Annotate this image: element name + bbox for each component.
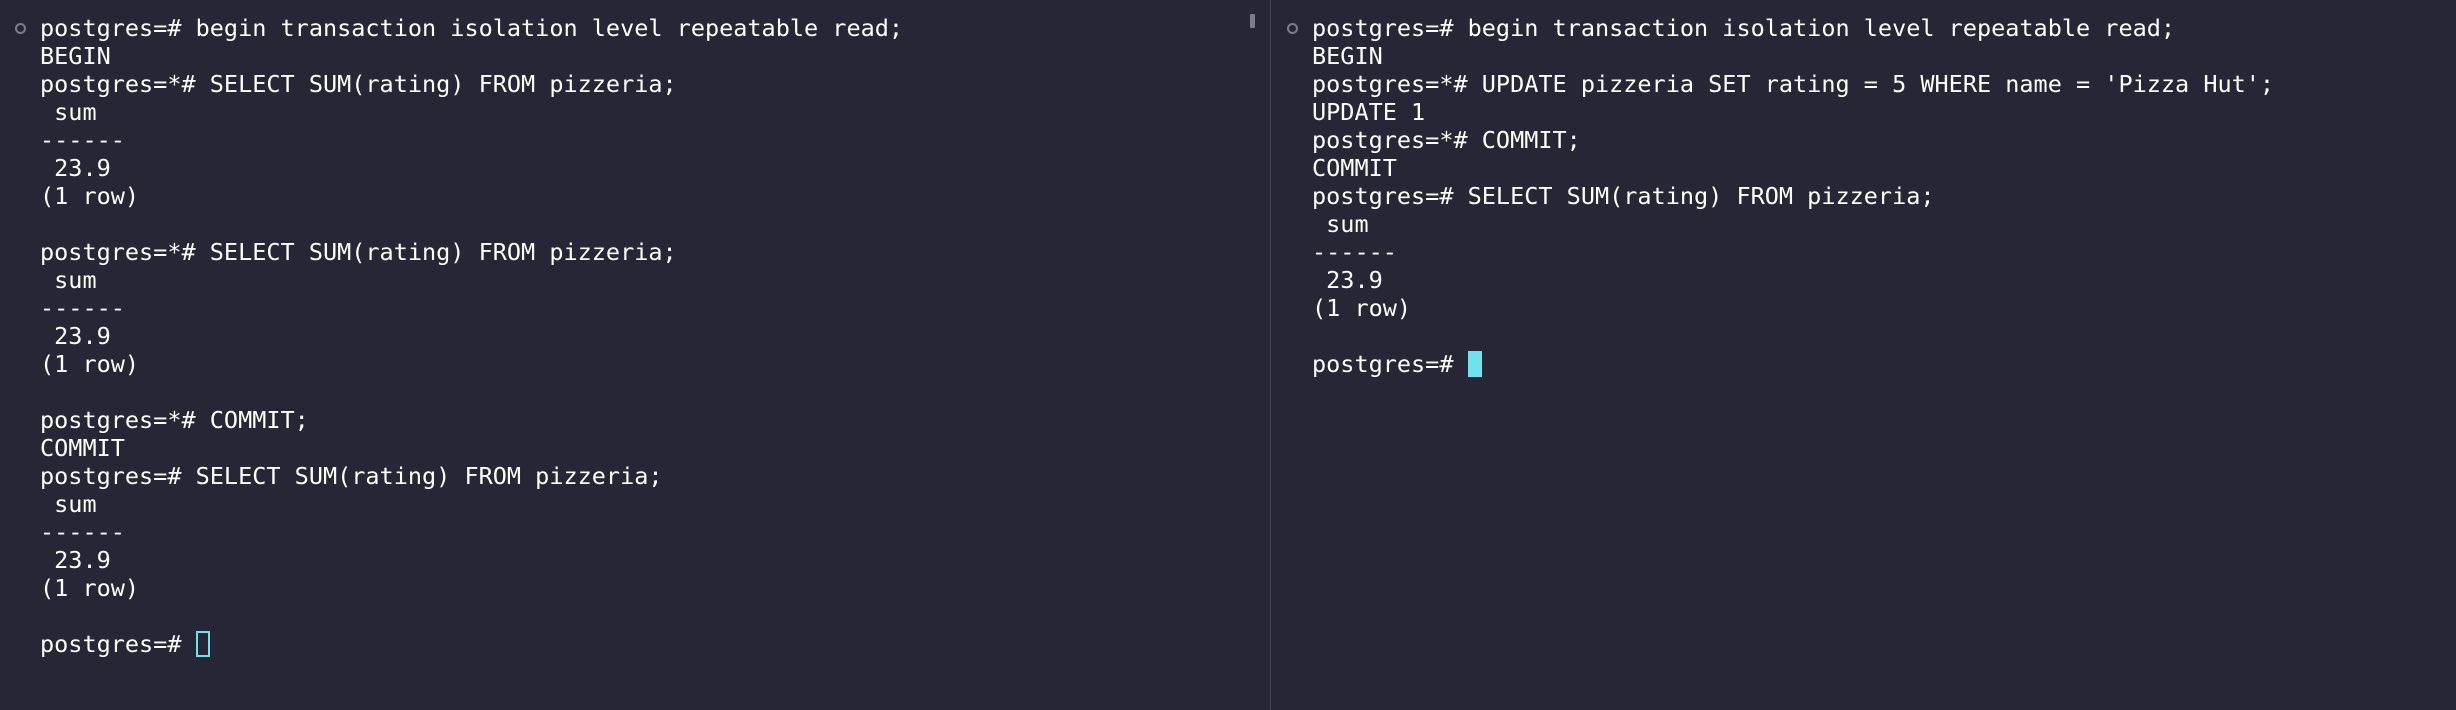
line-text: postgres=# SELECT SUM(rating) FROM pizze… — [40, 462, 663, 490]
line-text: ------ — [1312, 238, 1397, 266]
terminal-line: sum — [40, 98, 903, 126]
terminal-line: ------ — [40, 518, 903, 546]
terminal-line: 23.9 — [40, 546, 903, 574]
line-text: sum — [40, 266, 97, 294]
line-text: 23.9 — [40, 322, 111, 350]
line-text: BEGIN — [1312, 42, 1383, 70]
line-text: postgres=*# SELECT SUM(rating) FROM pizz… — [40, 70, 677, 98]
terminal-line: postgres=*# SELECT SUM(rating) FROM pizz… — [40, 70, 903, 98]
terminal-line: sum — [40, 490, 903, 518]
terminal-line: ------ — [40, 126, 903, 154]
line-text: sum — [1312, 210, 1369, 238]
terminal-line: postgres=*# COMMIT; — [1312, 126, 2274, 154]
terminal-line: (1 row) — [1312, 294, 2274, 322]
line-text: ------ — [40, 518, 125, 546]
terminal-pane-left[interactable]: postgres=# begin transaction isolation l… — [0, 0, 1270, 710]
terminal-line: 23.9 — [1312, 266, 2274, 294]
line-text: COMMIT — [1312, 154, 1397, 182]
prompt-text: postgres=# — [1312, 350, 1468, 378]
terminal-line: postgres=*# SELECT SUM(rating) FROM pizz… — [40, 238, 903, 266]
terminal-line: (1 row) — [40, 350, 903, 378]
line-text: postgres=# begin transaction isolation l… — [1312, 14, 2176, 42]
terminal-line: postgres=*# UPDATE pizzeria SET rating =… — [1312, 70, 2274, 98]
line-text: postgres=# SELECT SUM(rating) FROM pizze… — [1312, 182, 1935, 210]
terminal-line: postgres=# — [40, 630, 903, 658]
terminal-output: postgres=# begin transaction isolation l… — [40, 14, 903, 658]
terminal-line: 23.9 — [40, 154, 903, 182]
line-text: ------ — [40, 294, 125, 322]
terminal-output: postgres=# begin transaction isolation l… — [1312, 14, 2274, 378]
terminal-line: BEGIN — [40, 42, 903, 70]
line-text: (1 row) — [40, 182, 140, 210]
terminal-line: postgres=# SELECT SUM(rating) FROM pizze… — [1312, 182, 2274, 210]
terminal-line: postgres=# SELECT SUM(rating) FROM pizze… — [40, 462, 903, 490]
line-text: 23.9 — [40, 154, 111, 182]
terminal-pane-right[interactable]: postgres=# begin transaction isolation l… — [1271, 0, 2456, 710]
terminal-line: postgres=# begin transaction isolation l… — [40, 14, 903, 42]
terminal-window: postgres=# begin transaction isolation l… — [0, 0, 2456, 710]
line-text: 23.9 — [1312, 266, 1383, 294]
terminal-line: sum — [40, 266, 903, 294]
terminal-line: postgres=# begin transaction isolation l… — [1312, 14, 2274, 42]
prompt-text: postgres=# — [40, 630, 196, 658]
line-text: (1 row) — [40, 350, 140, 378]
line-text: UPDATE 1 — [1312, 98, 1426, 126]
line-text: (1 row) — [1312, 294, 1412, 322]
line-text: postgres=*# SELECT SUM(rating) FROM pizz… — [40, 238, 677, 266]
text-cursor — [195, 631, 210, 657]
terminal-line: postgres=*# COMMIT; — [40, 406, 903, 434]
line-text: COMMIT — [40, 434, 125, 462]
terminal-line: postgres=# — [1312, 350, 2274, 378]
line-text: postgres=# begin transaction isolation l… — [40, 14, 904, 42]
line-text: (1 row) — [40, 574, 140, 602]
line-text: 23.9 — [40, 546, 111, 574]
terminal-line: UPDATE 1 — [1312, 98, 2274, 126]
terminal-line: sum — [1312, 210, 2274, 238]
terminal-line: BEGIN — [1312, 42, 2274, 70]
text-cursor — [1467, 351, 1482, 377]
line-text: sum — [40, 490, 97, 518]
terminal-line: COMMIT — [1312, 154, 2274, 182]
terminal-line: COMMIT — [40, 434, 903, 462]
terminal-line: 23.9 — [40, 322, 903, 350]
pane-status-dot-icon — [15, 23, 26, 34]
terminal-line: (1 row) — [40, 574, 903, 602]
line-text: postgres=*# COMMIT; — [1312, 126, 1581, 154]
line-text: postgres=*# UPDATE pizzeria SET rating =… — [1312, 70, 2275, 98]
line-text: sum — [40, 98, 97, 126]
pane-status-dot-icon — [1287, 23, 1298, 34]
line-text: BEGIN — [40, 42, 111, 70]
scrollbar-thumb[interactable] — [1250, 14, 1255, 28]
terminal-line: ------ — [1312, 238, 2274, 266]
line-text: postgres=*# COMMIT; — [40, 406, 309, 434]
line-text: ------ — [40, 126, 125, 154]
terminal-line: (1 row) — [40, 182, 903, 210]
terminal-line: ------ — [40, 294, 903, 322]
